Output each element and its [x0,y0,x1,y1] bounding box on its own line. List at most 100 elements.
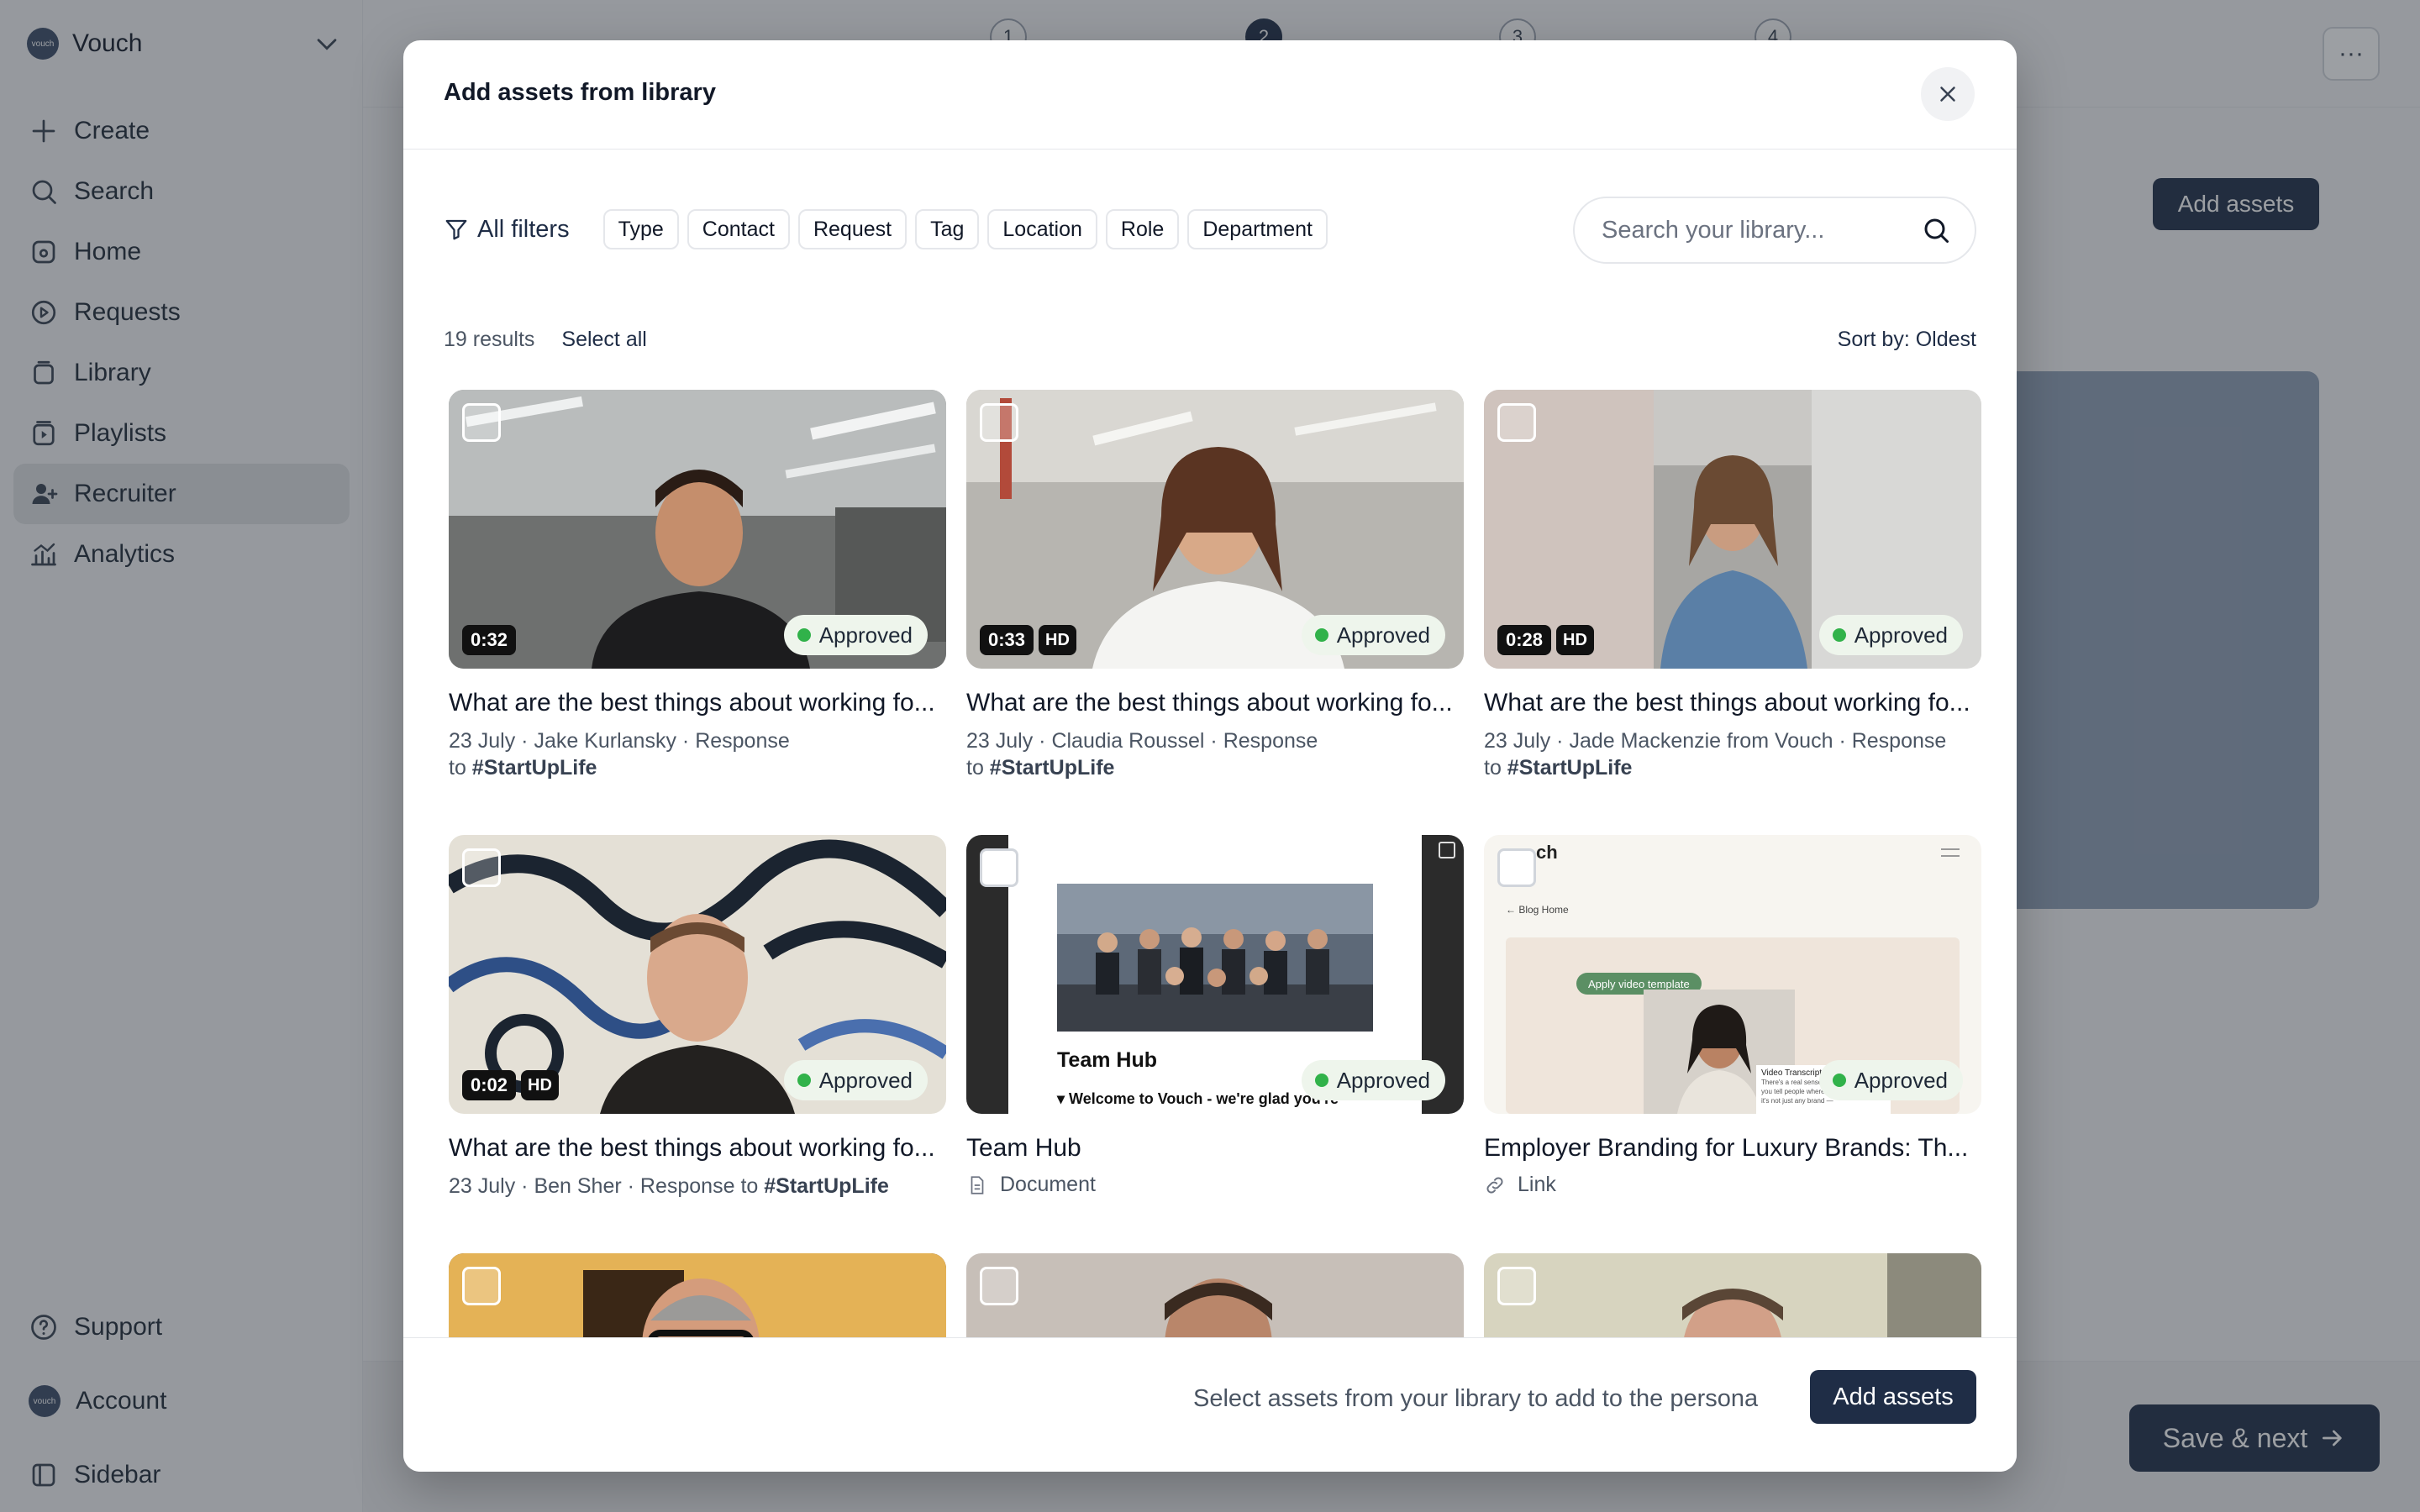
asset-card[interactable]: 0:33 HD Approved What are the best thing… [966,390,1464,781]
asset-title: What are the best things about working f… [449,689,935,717]
asset-card[interactable]: 0:28 HD Approved What are the best thing… [1484,390,1981,781]
status-label: Approved [1854,622,1948,648]
meta-to: to [1484,756,1507,780]
meta-separator: · [1833,729,1852,753]
asset-card[interactable]: Team Hub ▾ Welcome to Vouch - we're glad… [966,835,1464,1197]
link-thumbnail[interactable]: ch ← Blog Home Apply video template Vide… [1484,835,1981,1114]
asset-type: Response [1223,729,1318,753]
filter-chip-request[interactable]: Request [797,209,908,249]
status-dot [797,628,811,642]
library-search [1573,197,1976,264]
status-dot [1314,628,1328,642]
select-checkbox[interactable] [1497,848,1536,887]
asset-type: Response [695,729,790,753]
all-filters-label: All filters [477,215,570,243]
asset-title: What are the best things about working f… [966,689,1453,717]
asset-type-line: Document [966,1173,1464,1197]
document-icon [971,1175,984,1194]
video-thumbnail[interactable]: 0:32 Approved [449,390,946,669]
asset-type: Response [1851,729,1947,753]
results-count: 19 results [444,327,535,351]
duration-badge: 0:32 [462,625,517,655]
hd-badge: HD [521,1070,559,1100]
status-dot [797,1074,811,1087]
preview-heading: Team Hub [1057,1048,1157,1072]
select-checkbox[interactable] [1497,403,1536,442]
meta-to: to [449,756,472,780]
asset-card[interactable]: ch ← Blog Home Apply video template Vide… [1484,835,1981,1197]
select-checkbox[interactable] [1497,1267,1536,1305]
duration-badge: 0:02 [462,1070,517,1100]
status-badge: Approved [1301,1060,1445,1100]
modal-header: Add assets from library [403,40,2017,150]
asset-person: Claudia Roussel [1051,729,1205,753]
search-input[interactable] [1602,216,1921,244]
asset-meta: 23 July · Ben Sher · Response to #StartU… [449,1173,946,1200]
asset-request-tag: #StartUpLife [989,756,1115,780]
filter-bar: All filters Type Contact Request Tag Loc… [444,208,1336,250]
status-dot [1832,1074,1846,1087]
asset-card[interactable]: 0:02 HD Approved What are the best thing… [449,835,946,1200]
meta-separator: · [515,1174,534,1198]
asset-person: Ben Sher [534,1174,622,1198]
meta-separator: · [621,1174,640,1198]
document-thumbnail[interactable]: Team Hub ▾ Welcome to Vouch - we're glad… [966,835,1464,1114]
asset-meta: 23 July · Jake Kurlansky · Response to #… [449,727,802,781]
results-bar: 19 results Select all Sort by: Oldest [444,324,1976,354]
filter-chip-contact[interactable]: Contact [687,209,790,249]
select-checkbox[interactable] [980,848,1018,887]
status-label: Approved [818,622,913,648]
close-button[interactable] [1921,67,1975,121]
status-label: Approved [1336,622,1430,648]
hd-badge: HD [1039,625,1076,655]
select-checkbox[interactable] [462,848,501,887]
select-checkbox[interactable] [462,1267,501,1305]
asset-title: What are the best things about working f… [449,1134,935,1162]
asset-type-line: Link [1484,1173,1981,1197]
select-checkbox[interactable] [462,403,501,442]
sort-dropdown[interactable]: Sort by: Oldest [1838,328,1976,352]
asset-request-tag: #StartUpLife [1507,756,1633,780]
filter-chip-tag[interactable]: Tag [915,209,980,249]
preview-back-link: ← Blog Home [1506,904,1569,916]
preview-brand-text: ch [1536,842,1558,863]
status-badge: Approved [1818,615,1963,655]
asset-meta: 23 July · Jade Mackenzie from Vouch · Re… [1484,727,1981,781]
asset-date: 23 July [966,729,1034,753]
select-checkbox[interactable] [980,1267,1018,1305]
filter-chip-department[interactable]: Department [1187,209,1328,249]
meta-separator: · [1204,729,1223,753]
status-badge: Approved [783,1060,928,1100]
status-dot [1314,1074,1328,1087]
footer-hint: Select assets from your library to add t… [1193,1385,1759,1412]
video-thumbnail[interactable]: 0:28 HD Approved [1484,390,1981,669]
asset-card[interactable]: 0:32 Approved What are the best things a… [449,390,946,781]
all-filters-button[interactable]: All filters [444,216,570,244]
external-link-icon[interactable] [1439,842,1455,858]
video-thumbnail[interactable]: 0:33 HD Approved [966,390,1464,669]
search-icon[interactable] [1921,215,1951,245]
status-dot [1832,628,1846,642]
filter-chip-role[interactable]: Role [1105,209,1180,249]
close-icon [1940,87,1955,102]
asset-type: Response [639,1174,735,1198]
filter-chip-type[interactable]: Type [602,209,679,249]
add-assets-modal: Add assets from library All filters Type… [403,40,2017,1472]
add-assets-button[interactable]: Add assets [1810,1370,1976,1424]
filter-chip-location[interactable]: Location [987,209,1097,249]
select-all-link[interactable]: Select all [561,328,646,352]
hd-badge: HD [1556,625,1594,655]
team-photo [1057,884,1373,1032]
asset-title: Employer Branding for Luxury Brands: Th.… [1484,1134,1969,1162]
status-label: Approved [818,1067,913,1093]
modal-footer: Select assets from your library to add t… [403,1337,2017,1472]
meta-separator: · [1550,729,1570,753]
select-checkbox[interactable] [980,403,1018,442]
meta-to: to [966,756,990,780]
meta-separator: · [1033,729,1052,753]
link-icon [1486,1177,1503,1193]
duration-badge: 0:28 [1497,625,1552,655]
preview-subheading: ▾ Welcome to Vouch - we're glad you're [1057,1090,1339,1107]
status-label: Approved [1336,1067,1430,1093]
video-thumbnail[interactable]: 0:02 HD Approved [449,835,946,1114]
